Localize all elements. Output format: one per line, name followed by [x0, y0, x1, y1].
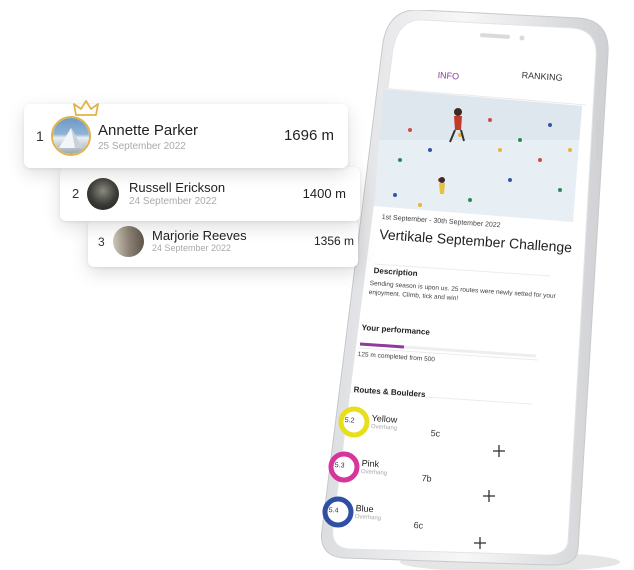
- tab-info[interactable]: INFO: [437, 70, 459, 81]
- rank-name: Annette Parker: [98, 122, 199, 139]
- rank-distance: 1400 m: [302, 186, 346, 201]
- avatar: [113, 226, 144, 257]
- route-grade-circle-3: 5.4: [328, 507, 339, 515]
- avatar: [51, 116, 91, 156]
- route-color-name-1: Yellow: [371, 413, 398, 425]
- rank-number: 1: [36, 128, 44, 144]
- crown-icon: [73, 100, 99, 116]
- rank-distance: 1356 m: [313, 234, 354, 248]
- route-color-name-3: Blue: [355, 503, 374, 515]
- rank-date: 25 September 2022: [98, 141, 186, 152]
- rank-name: Russell Erickson: [129, 180, 226, 195]
- rank-number: 3: [98, 235, 105, 249]
- ranking-card-3[interactable]: 3 Marjorie Reeves 24 September 2022 1356…: [88, 219, 358, 267]
- route-color-name-2: Pink: [361, 458, 380, 470]
- rank-number: 2: [72, 186, 80, 201]
- route-grade-2: 7b: [421, 473, 432, 484]
- phone-mockup: INFO RANKING 1st September - 30th Septem…: [310, 10, 630, 570]
- rank-date: 24 September 2022: [152, 243, 232, 253]
- rank-distance: 1696 m: [283, 127, 334, 144]
- avatar: [87, 178, 119, 210]
- rank-name: Marjorie Reeves: [152, 228, 247, 243]
- ranking-card-2[interactable]: 2 Russell Erickson 24 September 2022 140…: [60, 167, 360, 221]
- rank-date: 24 September 2022: [129, 196, 217, 207]
- route-grade-circle-1: 5.2: [344, 417, 355, 425]
- route-grade-3: 6c: [413, 520, 424, 531]
- route-grade-1: 5c: [430, 428, 441, 439]
- route-grade-circle-2: 5.3: [334, 462, 345, 470]
